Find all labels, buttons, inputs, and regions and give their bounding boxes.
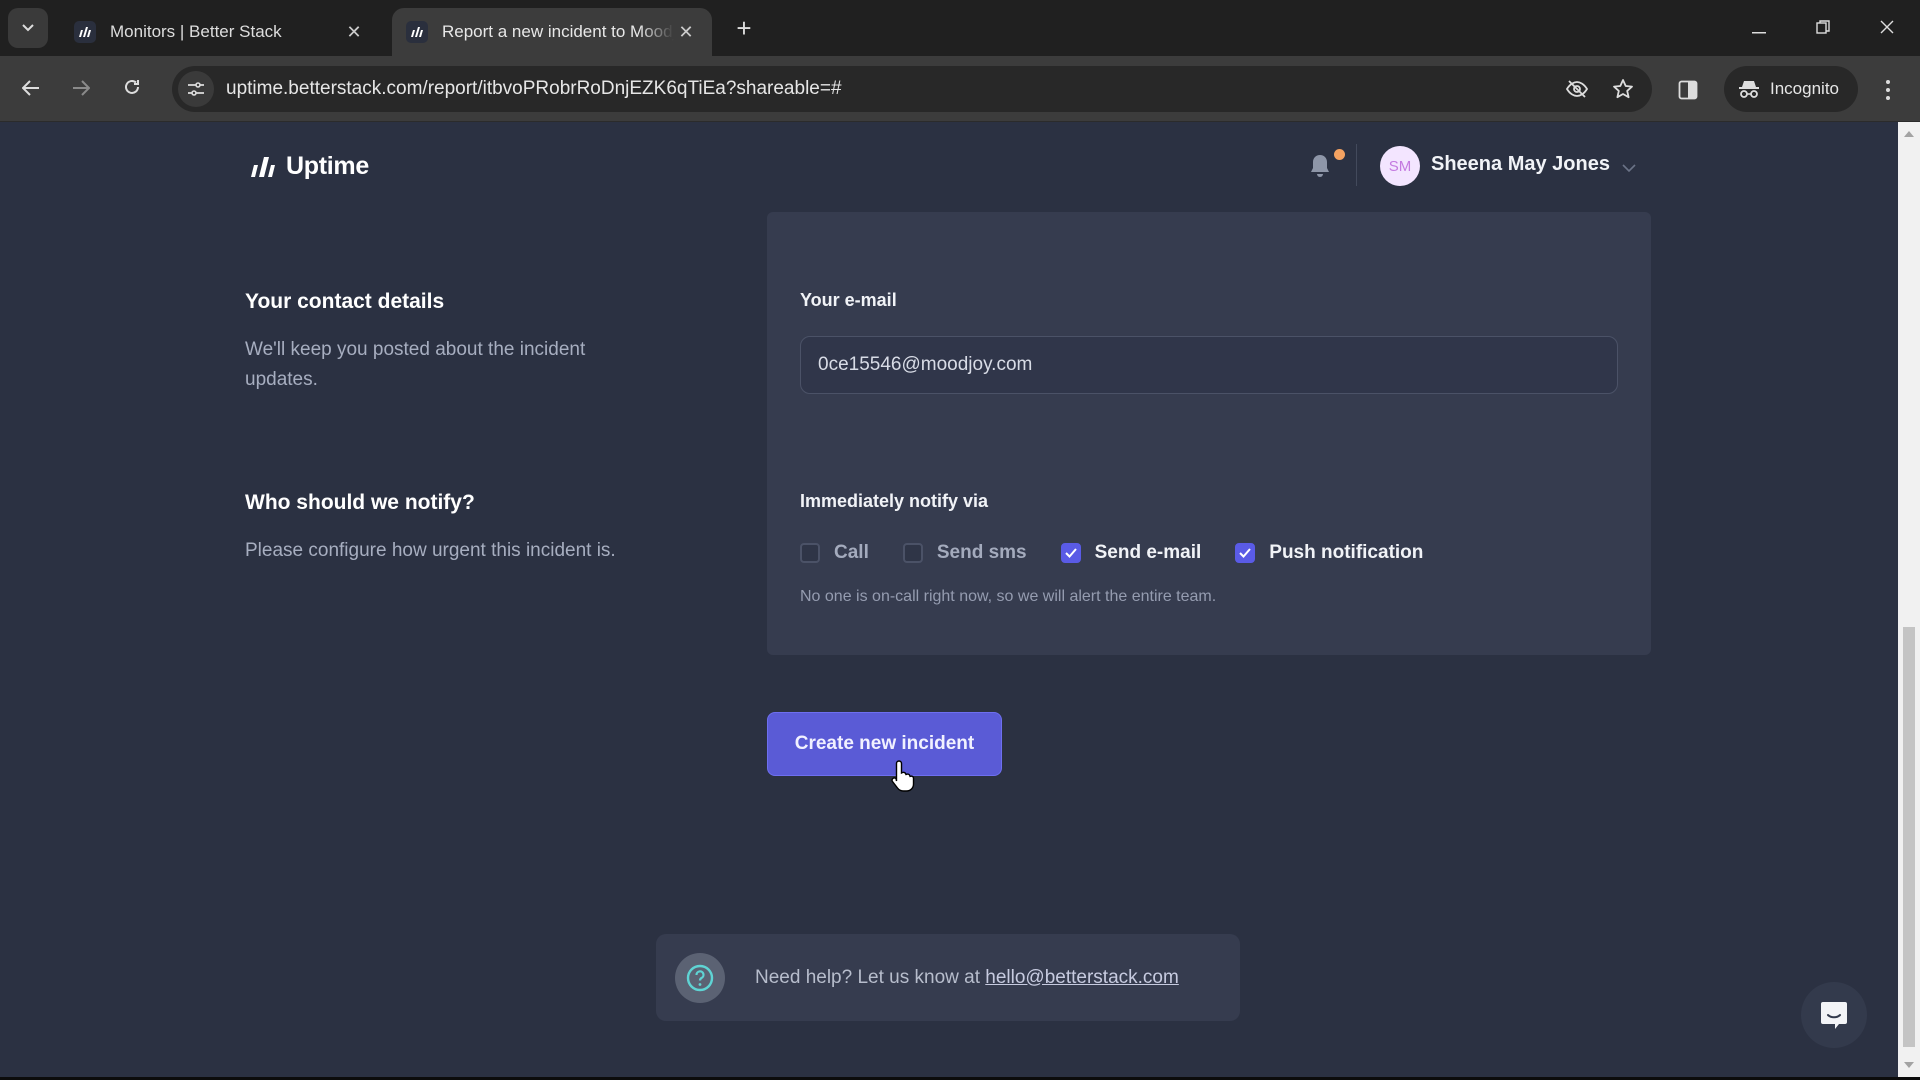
checkbox[interactable]: [800, 543, 820, 563]
betterstack-favicon-icon: [406, 21, 428, 43]
chat-widget-button[interactable]: [1801, 982, 1867, 1048]
url-text[interactable]: uptime.betterstack.com/report/itbvoPRobr…: [226, 78, 1560, 100]
channel-push-checkbox[interactable]: Push notification: [1235, 542, 1423, 564]
notify-description: Please configure how urgent this inciden…: [245, 540, 616, 561]
create-incident-button[interactable]: Create new incident: [767, 712, 1002, 776]
contact-details-heading: Your contact details: [245, 290, 445, 313]
window-close-icon[interactable]: [1867, 14, 1907, 42]
tab-close-icon[interactable]: ✕: [674, 22, 698, 43]
notification-dot: [1334, 149, 1345, 160]
new-tab-button[interactable]: +: [730, 14, 758, 42]
notify-heading: Who should we notify?: [245, 491, 475, 514]
browser-menu-icon[interactable]: [1876, 74, 1900, 106]
on-call-hint: No one is on-call right now, so we will …: [800, 588, 1217, 605]
tab-title: Monitors | Better Stack: [110, 22, 282, 41]
incognito-icon: [1739, 81, 1759, 98]
help-box: Need help? Let us know at hello@betterst…: [656, 934, 1240, 1021]
avatar[interactable]: SM: [1380, 146, 1420, 186]
channel-email-checkbox[interactable]: Send e-mail: [1060, 542, 1202, 564]
checkbox[interactable]: [902, 543, 923, 563]
uptime-logo[interactable]: Uptime: [250, 152, 369, 181]
contact-details-description: We'll keep you posted about the incident…: [245, 339, 586, 390]
help-text: Need help? Let us know at hello@betterst…: [755, 967, 1179, 989]
chat-bubble-icon: [1821, 1002, 1847, 1029]
notifications-bell-icon[interactable]: [1308, 153, 1332, 179]
tab-monitors[interactable]: Monitors | Better Stack ✕: [60, 8, 380, 56]
scroll-down-arrow-icon[interactable]: [1904, 1062, 1914, 1068]
browser-toolbar: uptime.betterstack.com/report/itbvoPRobr…: [0, 56, 1920, 122]
checkbox[interactable]: [1235, 543, 1256, 563]
chevron-down-icon[interactable]: [1622, 160, 1636, 173]
chevron-down-icon: [22, 24, 34, 32]
incident-form-card: Your e-mail Immediately notify via Call …: [767, 212, 1651, 655]
checkbox-label: Send sms: [936, 542, 1027, 563]
incognito-badge[interactable]: Incognito: [1724, 66, 1858, 112]
support-email-link[interactable]: hello@betterstack.com: [985, 967, 1179, 988]
page-scrollbar[interactable]: [1898, 122, 1920, 1077]
header-divider: [1356, 144, 1357, 186]
checkbox-label: Push notification: [1269, 542, 1424, 563]
channel-sms-checkbox[interactable]: Send sms: [902, 542, 1027, 564]
email-field[interactable]: [800, 336, 1618, 394]
incognito-label: Incognito: [1770, 79, 1839, 98]
bookmark-star-icon[interactable]: [1606, 72, 1640, 106]
restore-icon[interactable]: [1803, 14, 1843, 42]
scrollbar-thumb[interactable]: [1903, 627, 1915, 1047]
minimize-icon[interactable]: [1739, 14, 1779, 42]
reload-icon[interactable]: [117, 74, 147, 104]
tab-title: Report a new incident to Moodjoy: [442, 22, 674, 41]
address-bar[interactable]: uptime.betterstack.com/report/itbvoPRobr…: [172, 66, 1652, 112]
betterstack-logo-icon: [251, 156, 275, 177]
checkmark-icon: [1064, 548, 1077, 558]
checkbox[interactable]: [1060, 543, 1081, 563]
question-circle-icon: [675, 952, 725, 1003]
notify-via-label: Immediately notify via: [800, 491, 989, 511]
help-message: Need help? Let us know at: [755, 966, 980, 988]
site-settings-icon[interactable]: [178, 71, 214, 107]
scroll-up-arrow-icon[interactable]: [1904, 131, 1914, 137]
tab-search-button[interactable]: [8, 8, 48, 48]
browser-tab-bar: Monitors | Better Stack ✕ Report a new i…: [0, 0, 1920, 56]
tab-close-icon[interactable]: ✕: [342, 22, 366, 43]
channel-call-checkbox[interactable]: Call: [800, 542, 869, 564]
user-name[interactable]: Sheena May Jones: [1431, 153, 1610, 176]
email-label: Your e-mail: [800, 290, 897, 310]
checkmark-icon: [1239, 548, 1252, 558]
side-panel-icon[interactable]: [1672, 74, 1704, 106]
hand-cursor-icon: [890, 759, 918, 793]
checkbox-label: Send e-mail: [1094, 542, 1202, 563]
betterstack-favicon-icon: [74, 21, 96, 43]
checkbox-label: Call: [834, 542, 869, 563]
forward-arrow-icon[interactable]: [66, 74, 96, 104]
back-arrow-icon[interactable]: [16, 74, 46, 104]
logo-text: Uptime: [286, 152, 369, 180]
notify-channels: Call Send sms Send e-mail Push notificat…: [800, 542, 1457, 564]
report-incident-page: Uptime SM Sheena May Jones Your contact …: [0, 122, 1898, 1077]
eye-off-icon[interactable]: [1560, 72, 1594, 106]
tab-report-incident[interactable]: Report a new incident to Moodjoy ✕: [392, 8, 712, 56]
